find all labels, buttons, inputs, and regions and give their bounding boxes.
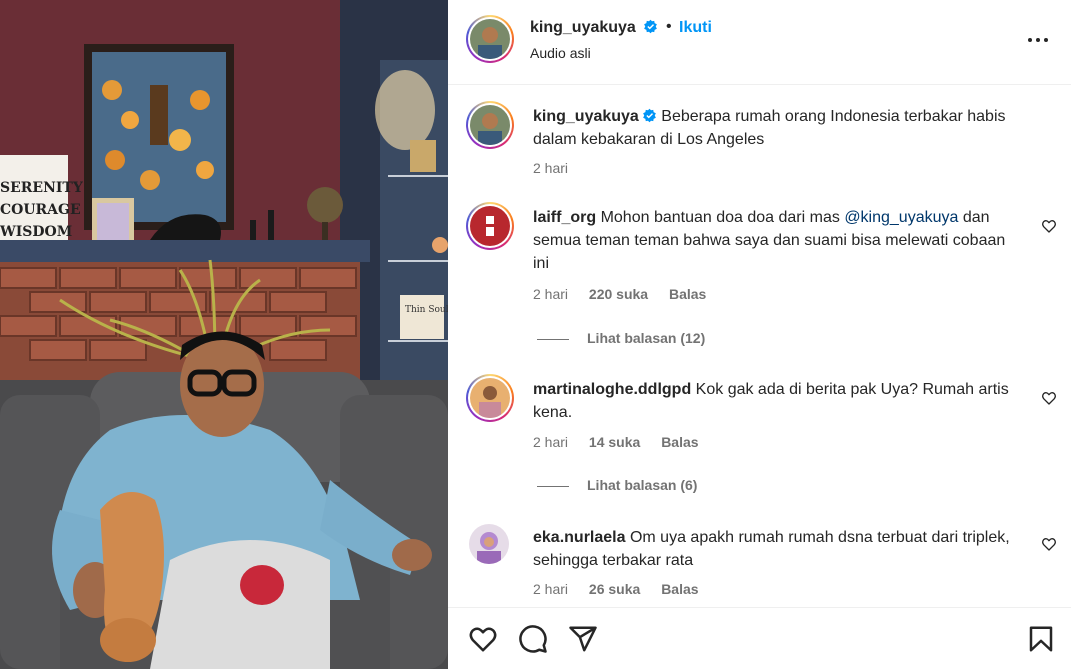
caption-username[interactable]: king_uyakuya	[533, 108, 639, 125]
comment-username[interactable]: laiff_org	[533, 209, 596, 226]
comments-section[interactable]: king_uyakuya Beberapa rumah orang Indone…	[448, 86, 1071, 607]
sign-line-3: WISDOM	[0, 224, 72, 240]
avatar-image	[470, 105, 510, 145]
comment-text: eka.nurlaela Om uya apakh rumah rumah ds…	[533, 526, 1013, 572]
follow-button[interactable]: Ikuti	[679, 19, 712, 37]
comment-text: martinaloghe.ddlgpd Kok gak ada di berit…	[533, 378, 1013, 424]
sign-line-1: SERENITY	[0, 180, 84, 196]
comment-like-heart-icon[interactable]	[1041, 536, 1057, 552]
comment-like-heart-icon[interactable]	[1041, 390, 1057, 406]
comment-username[interactable]: martinaloghe.ddlgpd	[533, 381, 691, 398]
post-media[interactable]: Thin Soul SERENITY COURAGE WISDOM	[0, 0, 448, 669]
avatar-image	[470, 378, 510, 418]
avatar-image	[470, 206, 510, 246]
author-username-text[interactable]: king_uyakuya	[530, 19, 636, 36]
avatar-image	[470, 19, 510, 59]
comment-like-heart-icon[interactable]	[1041, 218, 1057, 234]
post-action-bar	[448, 607, 1071, 669]
caption-text: king_uyakuya Beberapa rumah orang Indone…	[533, 105, 1013, 151]
author-username[interactable]: king_uyakuya	[530, 19, 658, 37]
comment-time[interactable]: 2 hari	[533, 434, 568, 450]
comment-icon[interactable]	[518, 624, 548, 654]
audio-label[interactable]: Audio asli	[530, 45, 591, 61]
verified-badge-icon	[644, 19, 658, 34]
header-separator: •	[666, 18, 672, 35]
comment-likes[interactable]: 220 suka	[589, 286, 648, 302]
commenter-avatar[interactable]	[466, 374, 514, 422]
share-icon[interactable]	[568, 624, 598, 654]
view-replies-label[interactable]: Lihat balasan (12)	[587, 330, 705, 346]
small-sign-text: Thin Soul	[405, 305, 448, 315]
replies-divider	[537, 485, 569, 487]
commenter-avatar[interactable]	[469, 524, 509, 564]
caption-avatar[interactable]	[466, 101, 514, 149]
verified-badge-icon	[642, 108, 656, 123]
comment-likes[interactable]: 26 suka	[589, 581, 640, 597]
view-replies-label[interactable]: Lihat balasan (6)	[587, 477, 697, 493]
reply-button[interactable]: Balas	[669, 286, 706, 302]
caption-meta: 2 hari	[533, 160, 585, 176]
reply-button[interactable]: Balas	[661, 581, 698, 597]
heart-icon[interactable]	[468, 624, 498, 654]
comment-text: laiff_org Mohon bantuan doa doa dari mas…	[533, 206, 1013, 275]
more-options-icon[interactable]	[1026, 28, 1050, 52]
post-sidebar: king_uyakuya • Ikuti Audio asli king_uya…	[448, 0, 1071, 669]
comment-meta: 2 hari 26 suka Balas	[533, 581, 716, 597]
commenter-avatar[interactable]	[466, 202, 514, 250]
post-header: king_uyakuya • Ikuti Audio asli	[448, 0, 1071, 85]
sign-line-2: COURAGE	[0, 202, 81, 218]
author-avatar[interactable]	[466, 15, 514, 63]
view-replies-button[interactable]: Lihat balasan (6)	[537, 477, 697, 493]
avatar-image	[469, 524, 509, 564]
view-replies-button[interactable]: Lihat balasan (12)	[537, 330, 705, 346]
comment-meta: 2 hari 14 suka Balas	[533, 434, 716, 450]
bookmark-icon[interactable]	[1026, 624, 1056, 654]
comment-mention[interactable]: @king_uyakuya	[844, 209, 958, 226]
comment-username[interactable]: eka.nurlaela	[533, 529, 626, 546]
comment-body-start: Mohon bantuan doa doa dari mas	[600, 209, 845, 226]
comment-meta: 2 hari 220 suka Balas	[533, 286, 723, 302]
reply-button[interactable]: Balas	[661, 434, 698, 450]
replies-divider	[537, 338, 569, 340]
comment-time[interactable]: 2 hari	[533, 286, 568, 302]
caption-time[interactable]: 2 hari	[533, 160, 568, 176]
video-frame-illustration: Thin Soul SERENITY COURAGE WISDOM	[0, 0, 448, 669]
comment-likes[interactable]: 14 suka	[589, 434, 640, 450]
comment-time[interactable]: 2 hari	[533, 581, 568, 597]
